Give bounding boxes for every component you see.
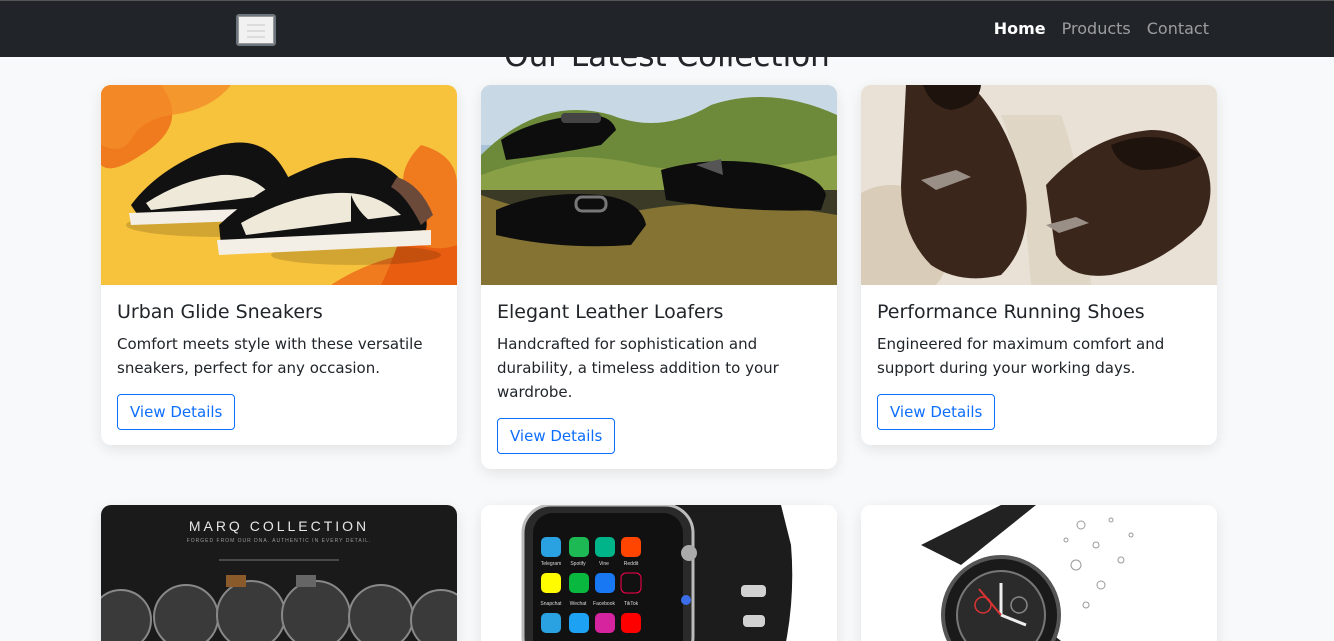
product-card: MARQ COLLECTION FORGED FROM OUR DNA. AUT… — [101, 505, 457, 641]
app-label: Vine — [599, 561, 609, 567]
nav-link-products[interactable]: Products — [1062, 19, 1131, 38]
product-title: Elegant Leather Loafers — [497, 301, 724, 323]
app-label: Snapchat — [540, 601, 562, 607]
product-card: Urban Glide Sneakers Comfort meets style… — [101, 85, 457, 445]
product-title: Performance Running Shoes — [877, 301, 1145, 323]
product-title: Urban Glide Sneakers — [117, 301, 323, 323]
sneakers-image — [101, 85, 457, 285]
nav-links: Home Products Contact — [994, 19, 1209, 38]
app-label: Telegram — [540, 561, 562, 567]
menu-toggle-button[interactable] — [236, 14, 276, 46]
product-description: Engineered for maximum comfort and suppo… — [877, 335, 1165, 377]
product-description: Handcrafted for sophistication and durab… — [497, 335, 779, 401]
view-details-button[interactable]: View Details — [497, 418, 616, 454]
view-details-button[interactable]: View Details — [117, 394, 236, 430]
product-card: Performance Running Shoes Engineered for… — [861, 85, 1217, 445]
navbar: Home Products Contact — [0, 0, 1334, 57]
product-card: Elegant Leather Loafers Handcrafted for … — [481, 85, 837, 469]
nav-link-home[interactable]: Home — [994, 19, 1046, 38]
product-card: Telegram Spotify Vine Reddit Snapchat We… — [481, 505, 837, 641]
running-shoes-image — [861, 85, 1217, 285]
app-label: TikTok — [623, 601, 639, 607]
sport-watch-image — [861, 505, 1217, 641]
nav-link-contact[interactable]: Contact — [1147, 19, 1209, 38]
loafers-image — [481, 85, 837, 285]
app-label: Facebook — [593, 601, 615, 607]
view-details-button[interactable]: View Details — [877, 394, 996, 430]
app-label: Reddit — [623, 561, 639, 567]
app-label: Wechat — [569, 601, 587, 607]
product-card — [861, 505, 1217, 641]
marq-watches-image: MARQ COLLECTION FORGED FROM OUR DNA. AUT… — [101, 505, 457, 641]
app-label: Spotify — [570, 561, 586, 567]
smartwatch-image: Telegram Spotify Vine Reddit Snapchat We… — [481, 505, 837, 641]
product-description: Comfort meets style with these versatile… — [117, 335, 423, 377]
